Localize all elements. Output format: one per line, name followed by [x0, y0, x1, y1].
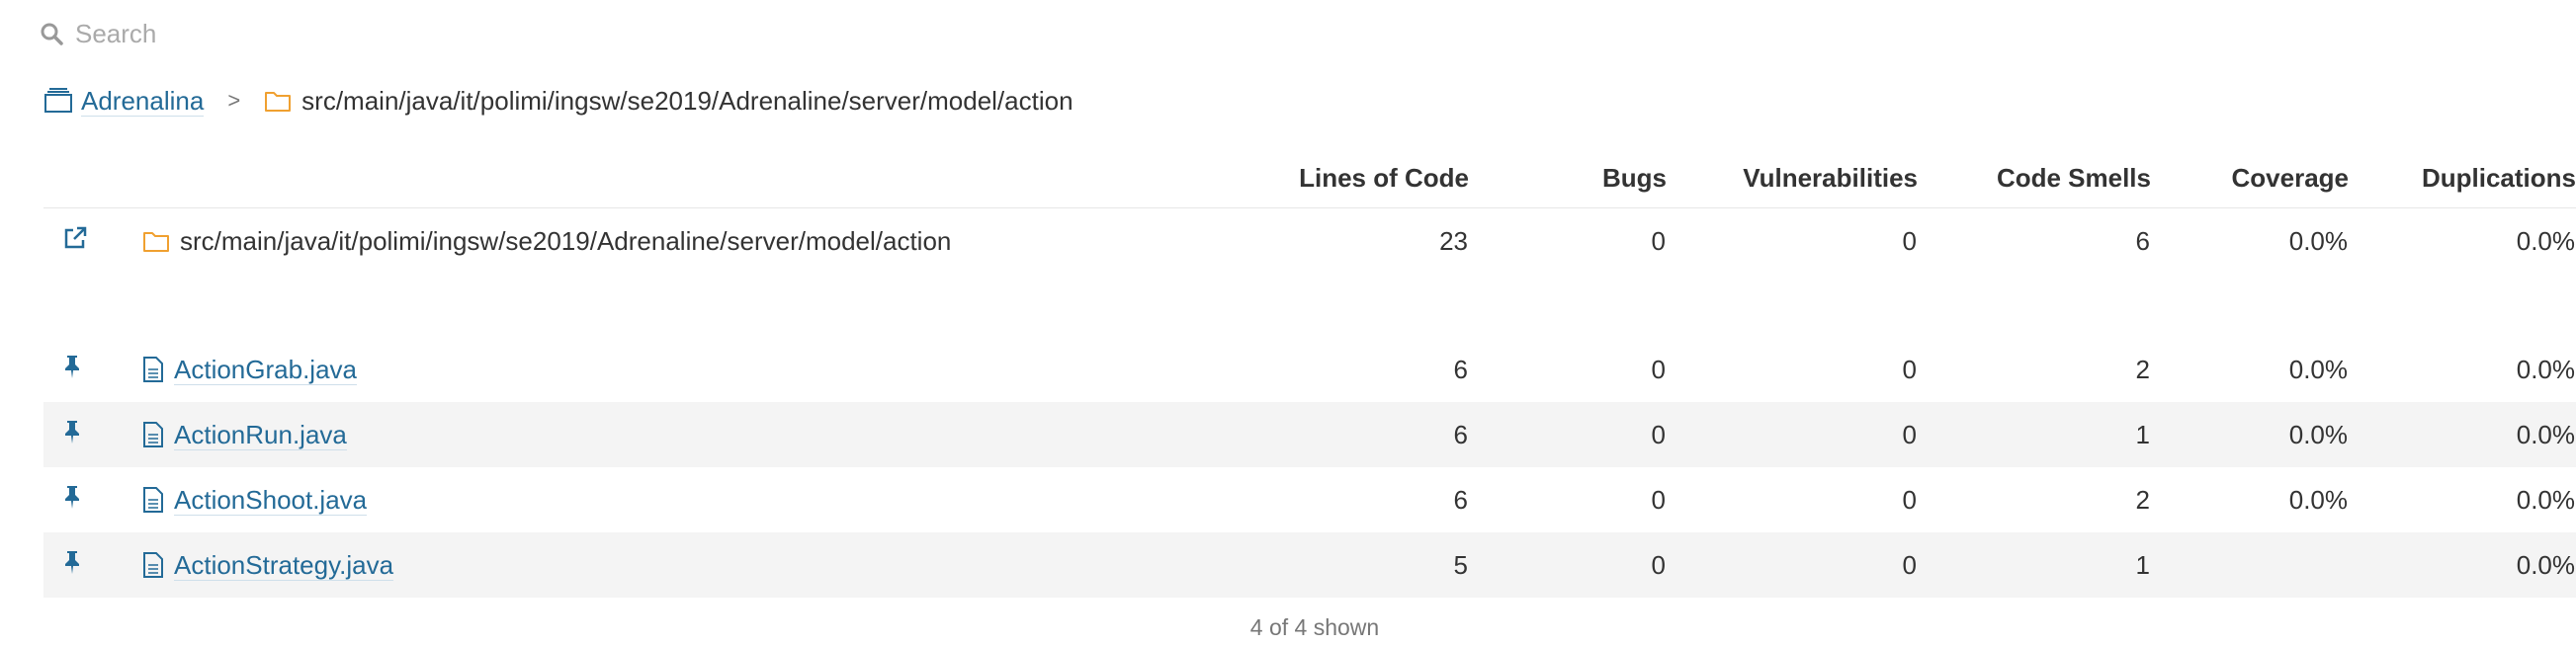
header-blank-name: [141, 148, 1172, 208]
file-code-smells: 1: [1918, 402, 2151, 467]
folder-icon: [264, 89, 292, 113]
file-duplications: 0.0%: [2516, 354, 2575, 384]
project-icon: [43, 88, 73, 114]
file-link[interactable]: ActionStrategy.java: [174, 550, 394, 581]
file-name-cell: ActionRun.java: [141, 402, 1172, 467]
table-row: ActionStrategy.java 5 0 0 1 0.0%: [43, 532, 2576, 598]
search-icon: [40, 22, 63, 45]
directory-name-cell: src/main/java/it/polimi/ingsw/se2019/Adr…: [141, 208, 1172, 275]
file-duplications: 0.0%: [2349, 532, 2576, 598]
file-link[interactable]: ActionGrab.java: [174, 355, 357, 385]
table-row: ActionShoot.java 6 0 0 2 0.0% 0.0%: [43, 467, 2576, 532]
directory-duplications: 0.0%: [2516, 225, 2575, 256]
pin-cell: [43, 532, 141, 598]
pin-cell: [43, 337, 141, 402]
file-name-cell: ActionStrategy.java: [141, 532, 1172, 598]
directory-code-smells: 6: [2135, 225, 2150, 256]
file-bugs: 0: [1651, 354, 1666, 384]
pin-cell: [43, 402, 141, 467]
file-link[interactable]: ActionRun.java: [174, 420, 347, 450]
file-loc: 5: [1172, 532, 1469, 598]
folder-icon: [142, 229, 170, 253]
file-vulnerabilities: 0: [1667, 402, 1918, 467]
breadcrumb-current-path: src/main/java/it/polimi/ingsw/se2019/Adr…: [301, 85, 1073, 116]
header-lines-of-code[interactable]: Lines of Code: [1172, 148, 1469, 208]
header-bugs[interactable]: Bugs: [1469, 148, 1667, 208]
file-icon: [142, 486, 164, 514]
file-vulnerabilities: 0: [1902, 484, 1917, 515]
breadcrumb-project-link[interactable]: Adrenalina: [81, 86, 205, 117]
file-loc: 6: [1172, 402, 1469, 467]
table-row: ActionRun.java 6 0 0 1 0.0% 0.0%: [43, 402, 2576, 467]
file-coverage: 0.0%: [2288, 484, 2348, 515]
file-icon: [142, 421, 164, 448]
file-bugs: 0: [1651, 484, 1666, 515]
directory-loc: 23: [1439, 225, 1468, 256]
header-vulnerabilities[interactable]: Vulnerabilities: [1667, 148, 1918, 208]
file-link[interactable]: ActionShoot.java: [174, 485, 368, 516]
pin-icon[interactable]: [61, 484, 83, 510]
file-code-smells: 2: [2135, 484, 2150, 515]
directory-bugs: 0: [1651, 225, 1666, 256]
file-icon: [142, 551, 164, 579]
file-duplications: 0.0%: [2349, 402, 2576, 467]
file-name-cell: ActionShoot.java: [141, 467, 1172, 532]
file-vulnerabilities: 0: [1667, 532, 1918, 598]
code-browser-page: Adrenalina > src/main/java/it/polimi/ing…: [0, 0, 2576, 646]
breadcrumb: Adrenalina > src/main/java/it/polimi/ing…: [43, 81, 1073, 121]
pin-icon[interactable]: [61, 549, 83, 575]
table-header-row: Lines of Code Bugs Vulnerabilities Code …: [43, 148, 2576, 208]
directory-name: src/main/java/it/polimi/ingsw/se2019/Adr…: [180, 225, 952, 256]
file-vulnerabilities: 0: [1902, 354, 1917, 384]
table-spacer-row: [43, 274, 2576, 337]
file-coverage: 0.0%: [2151, 402, 2349, 467]
file-icon: [142, 356, 164, 383]
table-row: ActionGrab.java 6 0 0 2 0.0% 0.0%: [43, 337, 2576, 402]
header-coverage[interactable]: Coverage: [2151, 148, 2349, 208]
pin-icon[interactable]: [61, 419, 83, 444]
search-bar: [40, 14, 668, 53]
header-duplications[interactable]: Duplications: [2349, 148, 2576, 208]
external-link-icon[interactable]: [61, 224, 89, 252]
file-duplications: 0.0%: [2516, 484, 2575, 515]
open-component-cell: [43, 208, 141, 275]
pin-icon[interactable]: [61, 354, 83, 379]
file-name-cell: ActionGrab.java: [141, 337, 1172, 402]
search-input[interactable]: [75, 18, 668, 49]
directory-row: src/main/java/it/polimi/ingsw/se2019/Adr…: [43, 208, 2576, 275]
file-coverage: 0.0%: [2288, 354, 2348, 384]
header-code-smells[interactable]: Code Smells: [1918, 148, 2151, 208]
shown-count: 4 of 4 shown: [1249, 614, 1380, 640]
directory-vulnerabilities: 0: [1902, 225, 1917, 256]
breadcrumb-separator: >: [227, 88, 241, 113]
header-blank-pin: [43, 148, 141, 208]
file-loc: 6: [1453, 354, 1468, 384]
file-loc: 6: [1453, 484, 1468, 515]
file-bugs: 0: [1469, 402, 1667, 467]
file-coverage: [2151, 532, 2349, 598]
file-code-smells: 1: [1918, 532, 2151, 598]
file-code-smells: 2: [2135, 354, 2150, 384]
pin-cell: [43, 467, 141, 532]
components-table: Lines of Code Bugs Vulnerabilities Code …: [43, 148, 2576, 598]
file-bugs: 0: [1469, 532, 1667, 598]
directory-coverage: 0.0%: [2288, 225, 2348, 256]
